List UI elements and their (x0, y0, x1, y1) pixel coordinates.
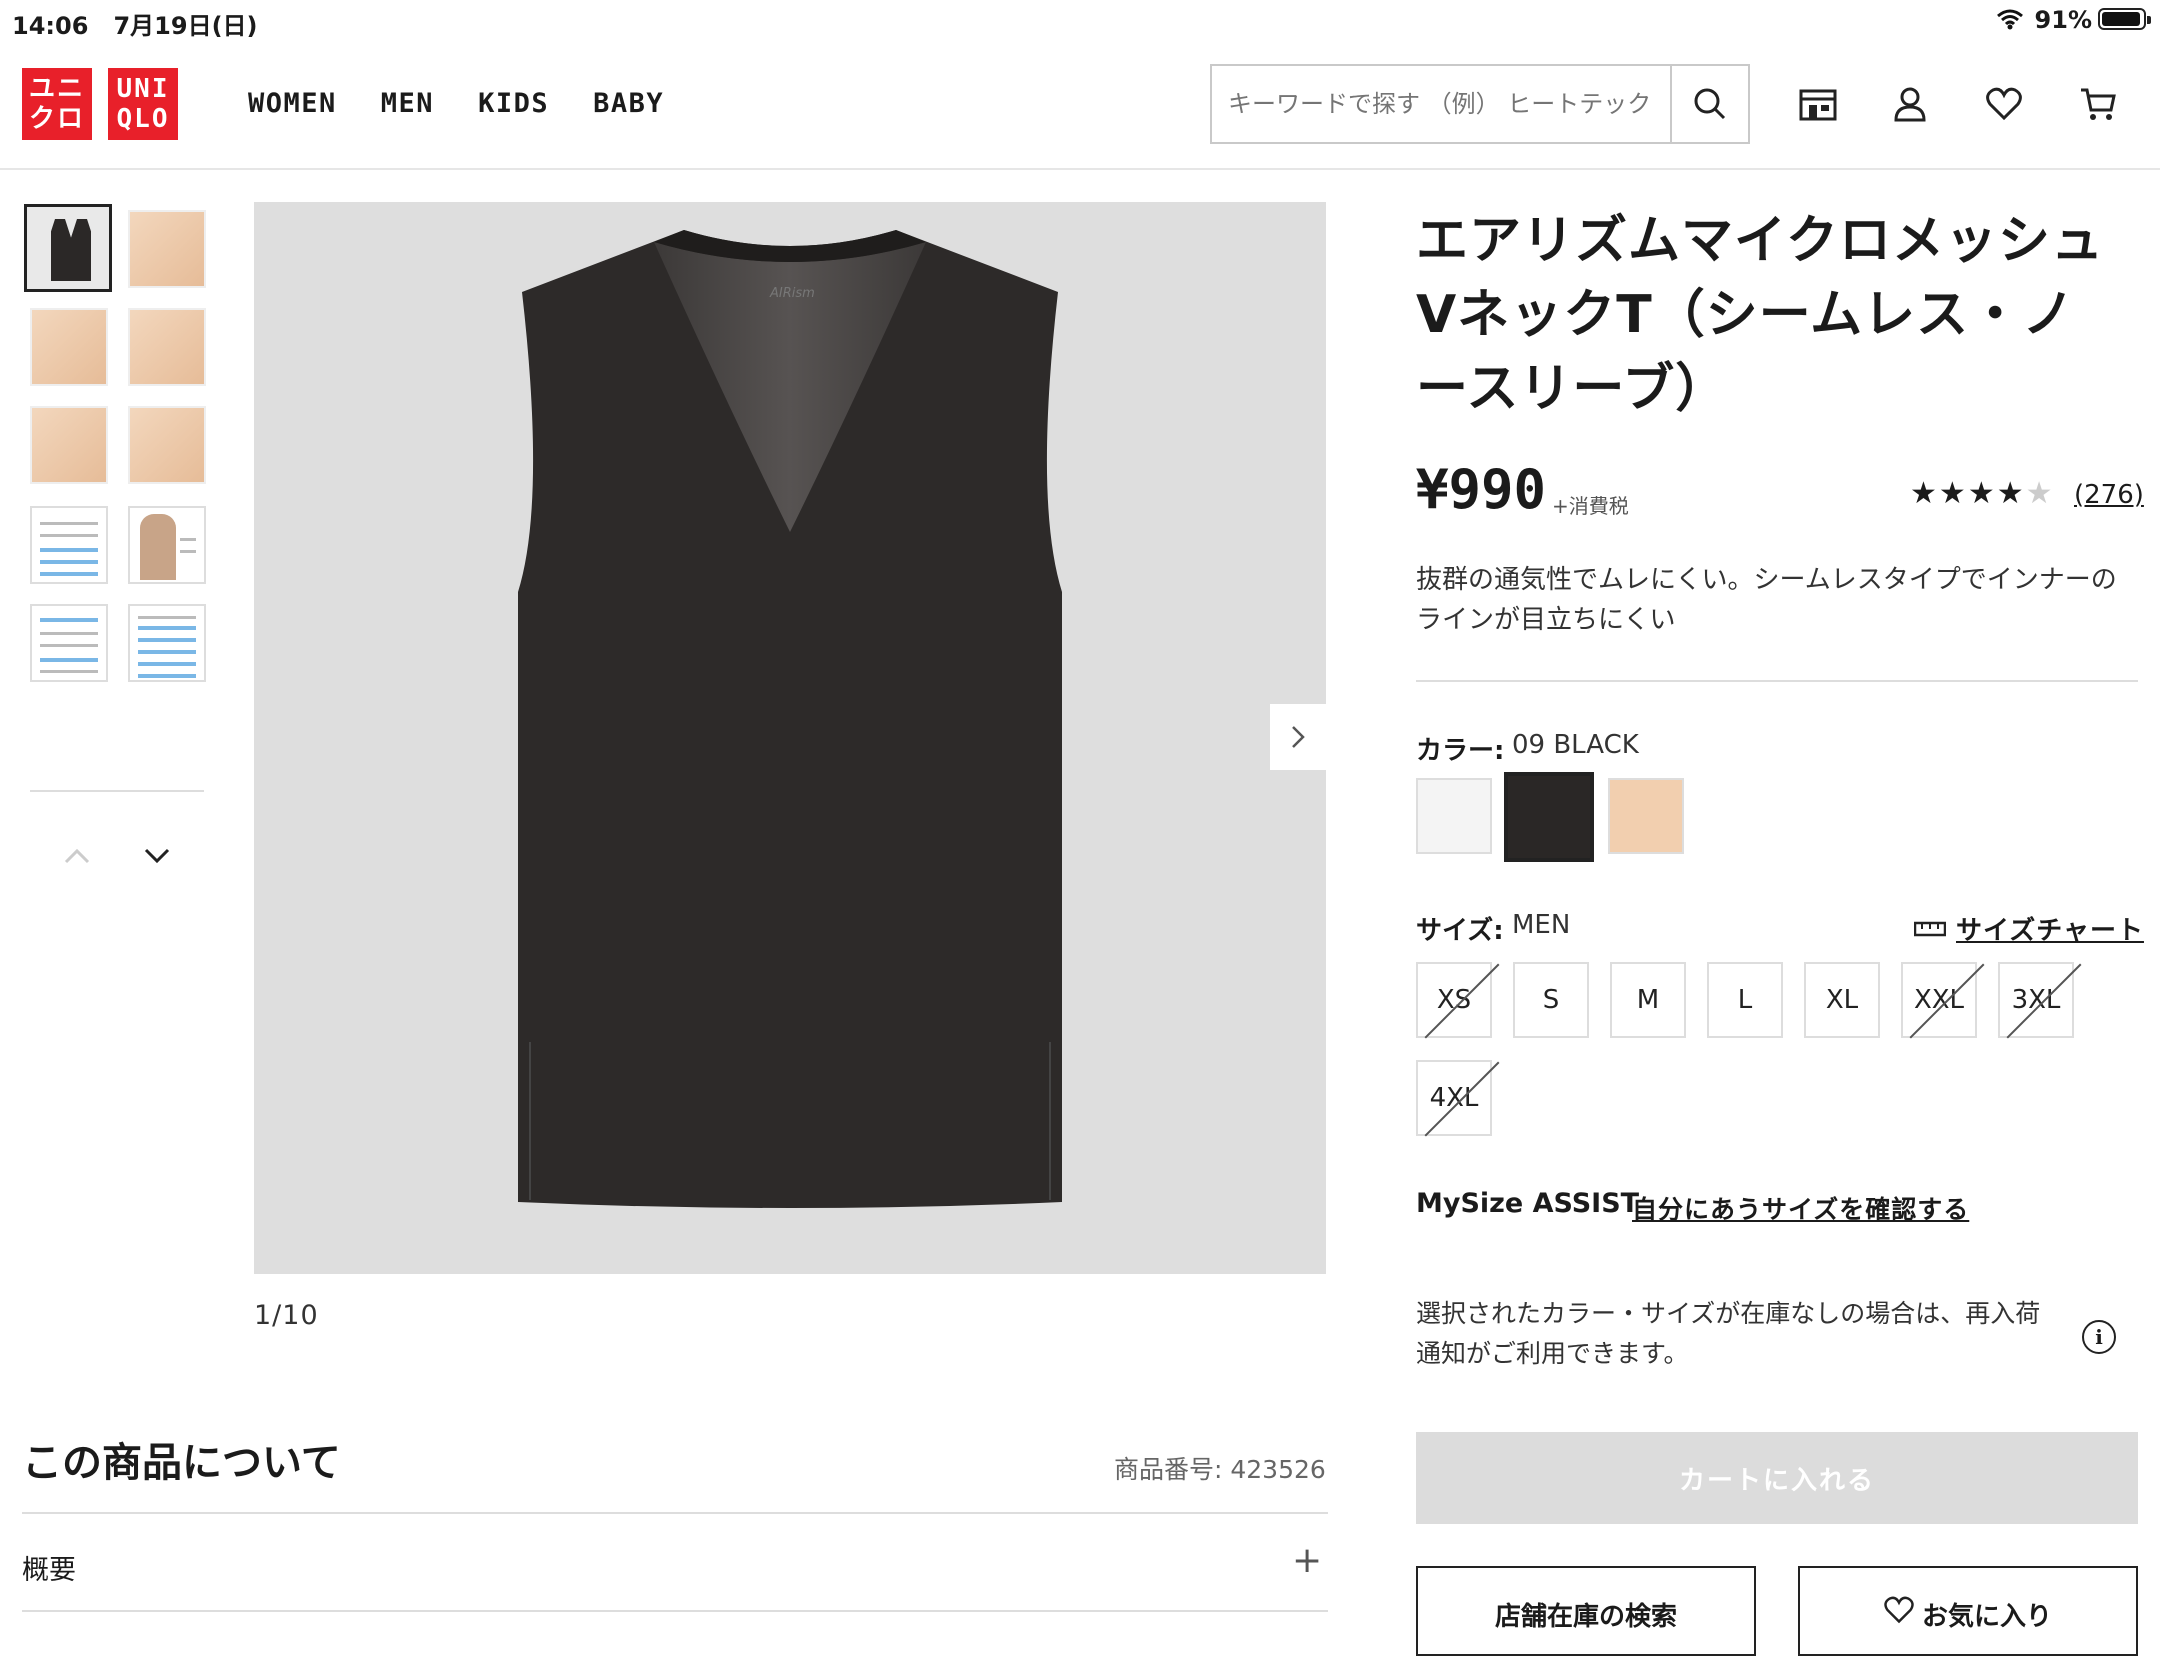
description-divider (1416, 680, 2138, 682)
search-icon (1694, 88, 1726, 120)
star-icon: ★ (1910, 476, 1939, 511)
thumbnail-10[interactable] (128, 604, 206, 682)
main-nav: WOMEN MEN KIDS BABY (248, 88, 664, 119)
logo-latin: UNI QLO (108, 68, 178, 140)
status-time: 14:06 7月19日(日) (12, 12, 258, 40)
nav-women[interactable]: WOMEN (248, 88, 337, 119)
size-option-xs[interactable]: XS (1416, 962, 1492, 1038)
thumbnail-1[interactable] (24, 204, 112, 292)
tax-note: +消費税 (1552, 494, 1629, 518)
mysize-assist-label: MySize ASSIST (1416, 1188, 1640, 1219)
product-number: 商品番号: 423526 (1114, 1455, 1326, 1484)
size-option-m[interactable]: M (1610, 962, 1686, 1038)
heart-icon[interactable] (1984, 84, 2024, 124)
search-box (1210, 64, 1750, 144)
battery-percent: 91% (2034, 6, 2092, 34)
size-chart-label: サイズチャート (1956, 916, 2144, 946)
size-option-4xl[interactable]: 4XL (1416, 1060, 1492, 1136)
star-icon: ★ (1996, 476, 2026, 511)
overview-divider (22, 1610, 1328, 1612)
info-icon[interactable]: i (2082, 1320, 2116, 1354)
thumbnail-6[interactable] (128, 406, 206, 484)
size-option-xl[interactable]: XL (1804, 962, 1880, 1038)
thumbnail-9[interactable] (30, 604, 108, 682)
size-option-3xl[interactable]: 3XL (1998, 962, 2074, 1038)
nav-men[interactable]: MEN (381, 88, 434, 119)
nav-baby[interactable]: BABY (593, 88, 664, 119)
thumbnail-divider (30, 790, 204, 792)
star-empty-icon: ★ (2025, 476, 2055, 511)
favorite-button[interactable]: お気に入り (1798, 1566, 2138, 1656)
cart-icon[interactable] (2078, 84, 2118, 124)
size-value: MEN (1512, 910, 1571, 940)
store-stock-label: 店舗在庫の検索 (1494, 1602, 1677, 1632)
size-option-s[interactable]: S (1513, 962, 1589, 1038)
thumbnail-3[interactable] (30, 308, 108, 386)
thumbnail-8[interactable] (128, 506, 206, 584)
product-title: エアリズムマイクロメッシュVネックT（シームレス・ノースリーブ） (1416, 211, 2104, 419)
restock-notice: 選択されたカラー・サイズが在庫なしの場合は、再入荷通知がご利用できます。 (1416, 1299, 2041, 1368)
color-value: 09 BLACK (1512, 730, 1639, 760)
thumbnail-2[interactable] (128, 210, 206, 288)
chevron-up-icon[interactable] (64, 848, 90, 864)
status-bar: 14:06 7月19日(日) 91% (0, 0, 2160, 40)
uniqlo-logo[interactable]: ユニ クロ UNI QLO (22, 68, 178, 140)
review-count-link[interactable]: (276) (2074, 480, 2144, 510)
color-swatch-white[interactable] (1416, 778, 1492, 854)
color-swatch-beige[interactable] (1608, 778, 1684, 854)
product-price: ¥990 (1416, 458, 1547, 521)
site-header: ユニ クロ UNI QLO WOMEN MEN KIDS BABY (0, 40, 2160, 170)
expand-plus-icon[interactable]: + (1292, 1540, 1322, 1581)
thumbnail-4[interactable] (128, 308, 206, 386)
airism-watermark: AIRism (770, 286, 815, 301)
store-icon[interactable] (1798, 84, 1838, 124)
rating-stars: ★★★★★ (1910, 476, 2055, 511)
color-label: カラー: (1416, 736, 1505, 766)
search-button[interactable] (1670, 66, 1748, 142)
account-icon[interactable] (1890, 84, 1930, 124)
size-option-l[interactable]: L (1707, 962, 1783, 1038)
about-title: この商品について (22, 1440, 341, 1486)
tank-top-image (518, 230, 1062, 1208)
logo-katakana: ユニ クロ (22, 68, 92, 140)
size-label: サイズ: (1416, 916, 1504, 946)
wifi-icon (1997, 9, 2023, 30)
star-icon: ★ (1967, 476, 1997, 511)
add-to-cart-button[interactable]: カートに入れる (1416, 1432, 2138, 1524)
chevron-right-icon (1292, 726, 1305, 748)
next-image-button[interactable] (1270, 704, 1326, 770)
battery-icon (2098, 8, 2151, 30)
mysize-assist-link[interactable]: 自分にあうサイズを確認する (1632, 1190, 1969, 1226)
nav-kids[interactable]: KIDS (478, 88, 549, 119)
about-divider (22, 1512, 1328, 1514)
overview-label[interactable]: 概要 (22, 1548, 76, 1587)
size-option-xxl[interactable]: XXL (1901, 962, 1977, 1038)
star-icon: ★ (1938, 476, 1968, 511)
thumbnail-7[interactable] (30, 506, 108, 584)
store-stock-button[interactable]: 店舗在庫の検索 (1416, 1566, 1756, 1656)
search-input[interactable] (1212, 66, 1672, 142)
ruler-icon (1914, 921, 1946, 936)
main-product-image[interactable]: AIRism (254, 202, 1326, 1274)
size-chart-link[interactable]: サイズチャート (1914, 910, 2144, 947)
favorite-label: お気に入り (1921, 1602, 2052, 1632)
thumbnail-5[interactable] (30, 406, 108, 484)
image-counter: 1/10 (254, 1300, 319, 1331)
color-swatch-black[interactable] (1504, 772, 1594, 862)
product-description: 抜群の通気性でムレにくい。シームレスタイプでインナーのラインが目立ちにくい (1416, 565, 2117, 635)
chevron-down-icon[interactable] (144, 848, 170, 864)
